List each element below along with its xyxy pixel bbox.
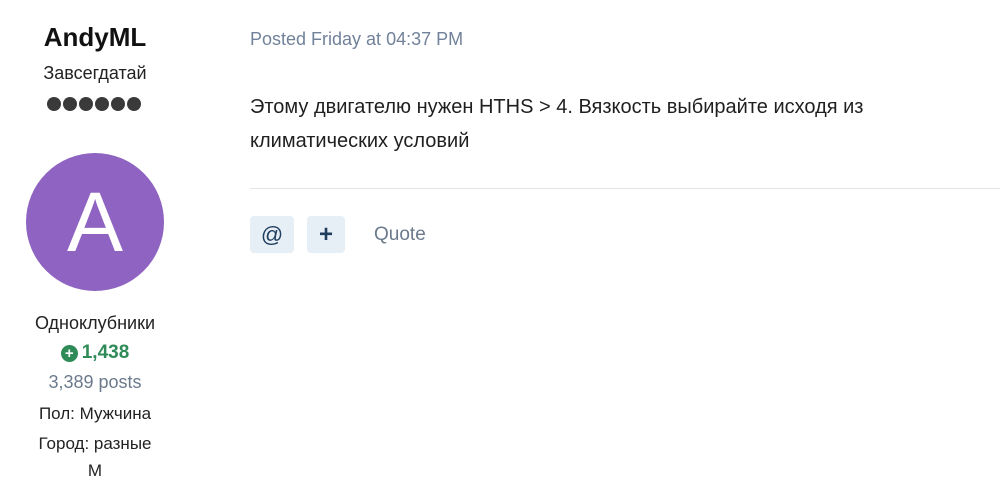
rank-pip: [95, 97, 109, 111]
rank-pip: [127, 97, 141, 111]
field-label: Город:: [38, 434, 90, 453]
author-rank: Завсегдатай: [43, 63, 147, 83]
post-content: Posted Friday at 04:37 PM Этому двигател…: [250, 0, 1000, 468]
field-label: Пол:: [38, 404, 75, 423]
post-body: Этому двигателю нужен HTHS > 4. Вязкость…: [250, 96, 864, 152]
rank-pip: [79, 97, 93, 111]
post-count[interactable]: 3,389 posts: [0, 372, 190, 393]
rank-pip: [111, 97, 125, 111]
quote-button[interactable]: Quote: [374, 224, 426, 246]
reputation-badge: + 1,438: [0, 342, 190, 364]
post-date[interactable]: Posted Friday at 04:37 PM: [250, 29, 463, 50]
rank-pip: [47, 97, 61, 111]
author-sidebar: AndyML Завсегдатай A Одноклубники + 1,43…: [0, 0, 190, 480]
at-icon: @: [260, 222, 284, 247]
profile-field-gender: Пол: Мужчина: [0, 404, 190, 424]
field-label: М: [87, 461, 103, 480]
field-value: Мужчина: [79, 404, 152, 423]
avatar[interactable]: A: [26, 153, 164, 291]
post-actions: @ + Quote: [250, 216, 426, 253]
profile-field-partial: М: [0, 461, 190, 481]
mention-button[interactable]: @: [250, 216, 294, 253]
author-group: Одноклубники: [34, 313, 156, 333]
plus-icon: +: [318, 221, 333, 248]
profile-field-city: Город: разные: [0, 434, 190, 454]
author-username[interactable]: AndyML: [0, 22, 190, 53]
multiquote-button[interactable]: +: [307, 216, 345, 253]
reputation-count: 1,438: [81, 342, 130, 363]
rank-pips: [47, 97, 141, 111]
rank-pip: [63, 97, 77, 111]
plus-circle-icon: +: [60, 344, 78, 362]
field-value: разные: [93, 434, 152, 453]
divider: [250, 188, 1000, 189]
